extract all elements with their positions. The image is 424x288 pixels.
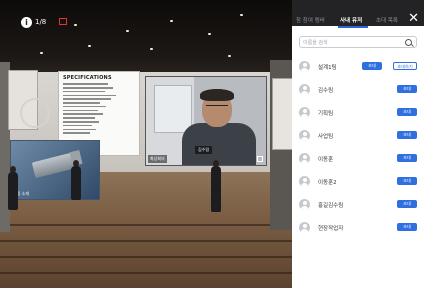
invite-button[interactable]: 초대 [397, 200, 417, 208]
user-name: 김수림 [318, 88, 334, 94]
active-tab-indicator [338, 26, 368, 28]
invite-button[interactable]: 초대 [397, 154, 417, 162]
presenter-body [182, 123, 256, 165]
search-icon[interactable] [405, 39, 412, 46]
ceiling-light [126, 30, 129, 32]
ceiling-light [208, 33, 211, 35]
avatar [299, 61, 310, 72]
list-item: 홍길김수림 초대 [298, 199, 420, 213]
invite-button[interactable]: 초대 [397, 85, 417, 93]
tab-participants[interactable]: 참 참여 멤버 [296, 16, 325, 24]
video-feed-window[interactable]: 김수림 화상회의 [145, 76, 267, 166]
search-input[interactable] [303, 38, 399, 47]
invite-all-button[interactable]: 초대하기 [393, 62, 417, 70]
list-item: 설계1팀 초대 초대하기 [298, 61, 420, 75]
ceiling-light [170, 20, 173, 22]
right-display-board[interactable] [272, 78, 292, 150]
list-item: 현장작업자 초대 [298, 222, 420, 236]
ceiling-light [228, 55, 231, 57]
search-box [299, 36, 417, 48]
virtual-space-viewport[interactable]: SPECIFICATIONS 제품 소개 김수림 화상회의 i 1/8 [0, 0, 292, 288]
document-title: SPECIFICATIONS [63, 75, 112, 81]
list-item: 사업팀 초대 [298, 130, 420, 144]
avatar [299, 130, 310, 141]
user-avatar-3d[interactable] [71, 166, 81, 200]
avatar [299, 176, 310, 187]
list-item: 김수림 초대 [298, 84, 420, 98]
member-panel: 참 참여 멤버 사내 유저 초대 목록 ✕ 설계1팀 초대 초대하기 김수림 초… [292, 0, 424, 288]
list-item: 기획팀 초대 [298, 107, 420, 121]
close-icon[interactable]: ✕ [408, 12, 419, 25]
panel-tabs: 참 참여 멤버 사내 유저 초대 목록 ✕ [292, 0, 424, 26]
list-item: 이동훈2 초대 [298, 176, 420, 190]
video-caption: 화상회의 [148, 155, 167, 163]
user-name: 기획팀 [318, 111, 334, 117]
invite-button[interactable]: 초대 [397, 223, 417, 231]
ceiling-light [150, 48, 153, 50]
user-avatar-3d[interactable] [211, 166, 221, 212]
page-indicator: 1/8 [35, 18, 47, 26]
user-name: 이동훈 [318, 157, 334, 163]
avatar [299, 199, 310, 210]
invite-button[interactable]: 초대 [362, 62, 382, 70]
invite-button[interactable]: 초대 [397, 108, 417, 116]
avatar [299, 153, 310, 164]
ring-sculpture [20, 98, 50, 128]
tab-company-users[interactable]: 사내 유저 [340, 16, 362, 24]
list-item: 이동훈 초대 [298, 153, 420, 167]
user-name: 사업팀 [318, 134, 334, 140]
product-display-board[interactable]: 제품 소개 [10, 140, 100, 200]
user-avatar-3d[interactable] [8, 172, 18, 210]
ceiling-light [40, 52, 43, 54]
invite-button[interactable]: 초대 [397, 177, 417, 185]
presenter-name-badge: 김수림 [195, 146, 213, 154]
screen-share-icon[interactable] [59, 18, 67, 25]
avatar [299, 84, 310, 95]
invite-button[interactable]: 초대 [397, 131, 417, 139]
user-name: 홍길김수림 [318, 203, 344, 209]
ceiling [0, 0, 292, 80]
ceiling-light [88, 45, 91, 47]
info-icon[interactable]: i [21, 17, 32, 28]
fullscreen-icon[interactable] [257, 156, 263, 162]
tab-invite-list[interactable]: 초대 목록 [376, 16, 398, 24]
user-name: 현장작업자 [318, 226, 344, 232]
user-name: 설계1팀 [318, 65, 337, 71]
avatar [299, 222, 310, 233]
ceiling-light [240, 14, 243, 16]
user-name: 이동훈2 [318, 180, 337, 186]
avatar [299, 107, 310, 118]
ceiling-light [74, 24, 77, 26]
